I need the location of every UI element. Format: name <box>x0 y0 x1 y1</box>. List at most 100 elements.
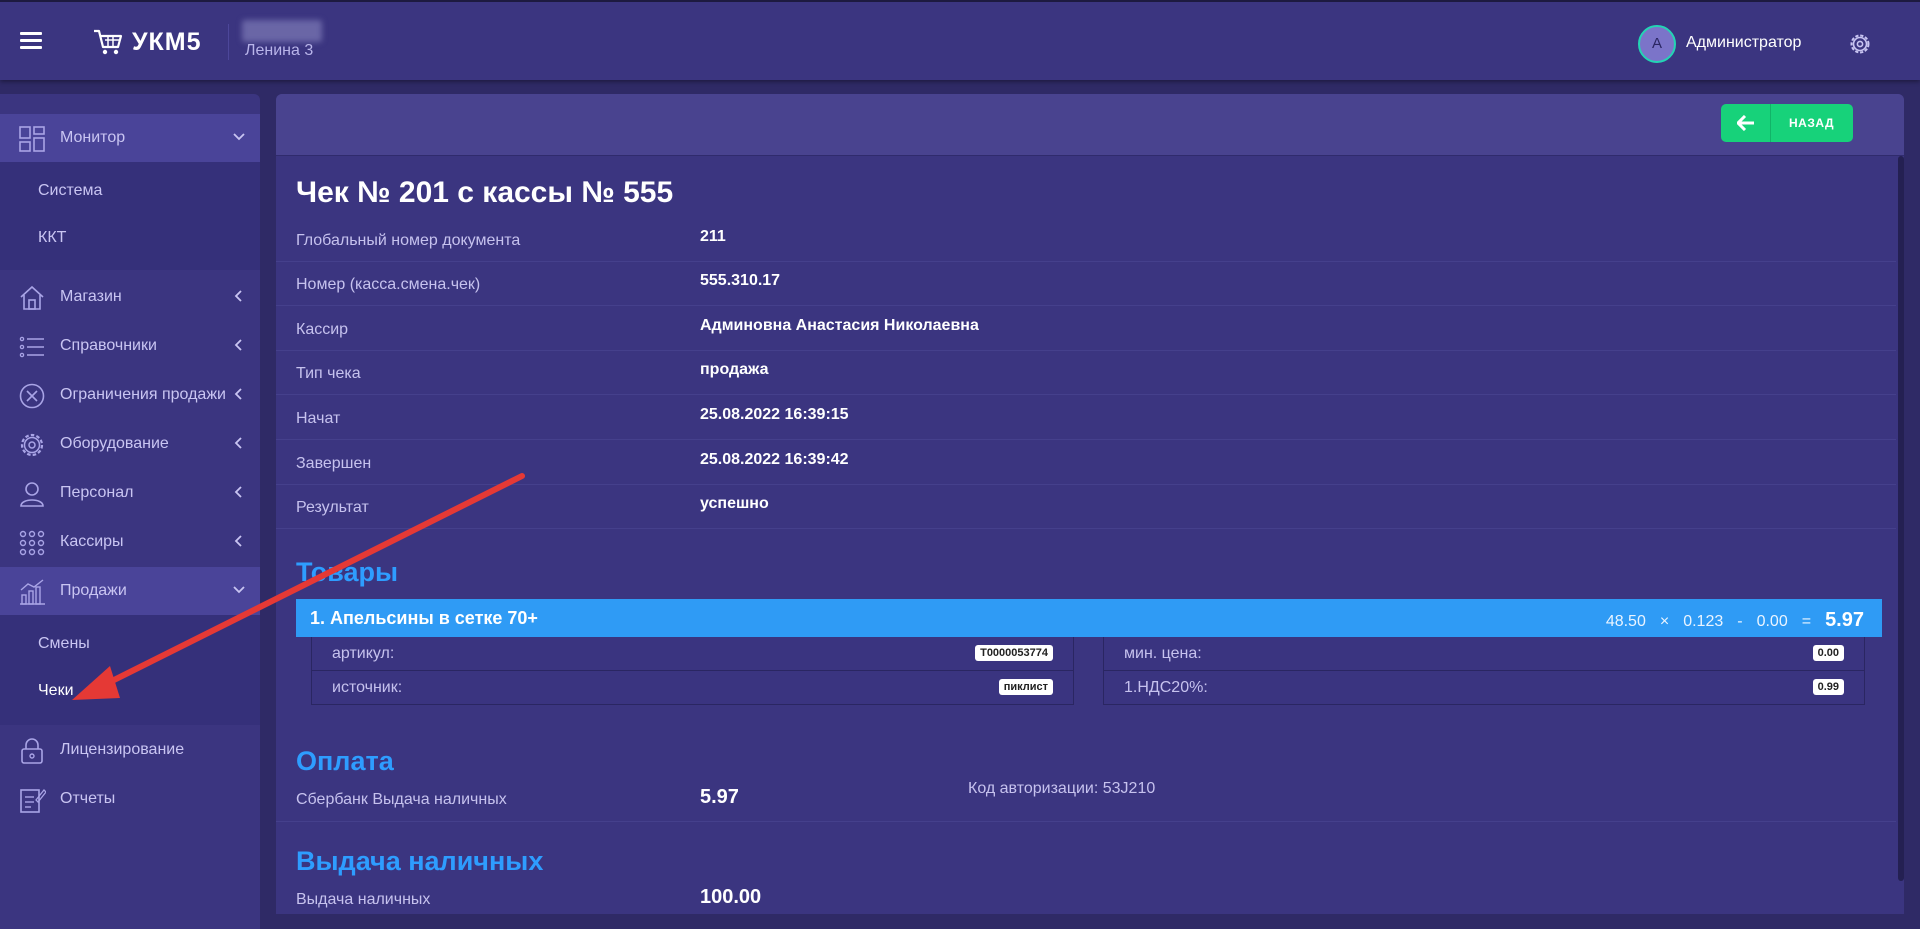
person-icon <box>20 482 44 507</box>
app-logo[interactable]: УКМ5 <box>92 26 202 58</box>
info-row-global-number: Глобальный номер документа 211 <box>276 218 1896 262</box>
cart-icon <box>94 29 123 55</box>
attr-row-min-price: мин. цена: 0.00 <box>1103 637 1865 671</box>
menu-burger-icon[interactable] <box>20 32 42 50</box>
times-sign: × <box>1659 613 1670 630</box>
chevron-left-icon <box>234 535 242 547</box>
back-button-label: НАЗАД <box>1789 116 1835 130</box>
sidebar-item-reports[interactable]: Отчеты <box>0 775 260 823</box>
attr-badge: пиклист <box>998 679 1053 695</box>
sidebar-item-sale-restrictions[interactable]: Ограничения продажи <box>0 371 260 419</box>
sales-submenu: Смены Чеки <box>0 615 260 725</box>
minus-sign: - <box>1737 613 1743 630</box>
info-row-cashier: Кассир Админовна Анастасия Николаевна <box>276 307 1896 351</box>
chevron-left-icon <box>234 388 242 400</box>
info-row-result: Результат успешно <box>276 485 1896 529</box>
sidebar-subitem-receipts[interactable]: Чеки <box>38 682 74 700</box>
item-calculation: 48.50 × 0.123 - 0.00 = 5.97 <box>1606 609 1864 632</box>
info-row-type: Тип чека продажа <box>276 351 1896 395</box>
item-discount: 0.00 <box>1756 613 1788 630</box>
field-label: Глобальный номер документа <box>296 232 521 249</box>
field-label: Кассир <box>296 321 349 338</box>
item-quantity: 0.123 <box>1683 613 1724 630</box>
top-bar: УКМ5 Ленина 3 А Администратор <box>0 0 1920 80</box>
item-name: 1. Апельсины в сетке 70+ <box>310 608 538 628</box>
receipt-panel: НАЗАД Чек № 201 с кассы № 555 Глобальный… <box>276 94 1904 914</box>
sidebar-item-label: Справочники <box>60 337 157 354</box>
payment-section-title: Оплата <box>296 746 394 776</box>
sidebar-item-store[interactable]: Магазин <box>0 273 260 321</box>
field-label: Начат <box>296 410 341 427</box>
chevron-down-icon <box>233 586 245 594</box>
field-value: 25.08.2022 16:39:15 <box>700 406 849 423</box>
sidebar-item-licensing[interactable]: Лицензирование <box>0 726 260 774</box>
chevron-left-icon <box>234 290 242 302</box>
field-value: 25.08.2022 16:39:42 <box>700 451 849 468</box>
avatar[interactable]: А <box>1638 25 1676 63</box>
sidebar-item-label: Оборудование <box>60 435 169 452</box>
goods-item-row[interactable]: 1. Апельсины в сетке 70+ 48.50 × 0.123 -… <box>296 599 1882 637</box>
sidebar-item-sales[interactable]: Продажи <box>0 567 260 615</box>
sidebar-item-equipment[interactable]: Оборудование <box>0 420 260 468</box>
panel-toolbar: НАЗАД <box>276 94 1904 156</box>
sidebar: Монитор Система ККТ Магазин Справочники … <box>0 94 260 929</box>
attr-row-source: источник: пиклист <box>311 671 1074 705</box>
gear-icon <box>20 433 44 457</box>
cashout-section-title: Выдача наличных <box>296 846 544 876</box>
field-label: Тип чека <box>296 365 361 382</box>
sidebar-item-label: Продажи <box>60 582 127 599</box>
divider <box>276 821 1896 822</box>
field-label: Завершен <box>296 455 372 472</box>
sidebar-item-cashiers[interactable]: Кассиры <box>0 518 260 566</box>
user-name[interactable]: Администратор <box>1686 34 1801 52</box>
store-icon <box>20 285 44 310</box>
attr-row-article: артикул: Т0000053774 <box>311 637 1074 671</box>
page-title: Чек № 201 с кассы № 555 <box>296 176 674 209</box>
item-price: 48.50 <box>1605 613 1646 630</box>
payment-label: Сбербанк Выдача наличных <box>296 791 507 808</box>
sidebar-item-label: Ограничения продажи <box>60 386 226 403</box>
sidebar-subitem-system[interactable]: Система <box>38 182 102 200</box>
cashout-amount: 100.00 <box>700 886 762 908</box>
info-row-started: Начат 25.08.2022 16:39:15 <box>276 396 1896 440</box>
attr-row-vat: 1.НДС20%: 0.99 <box>1103 671 1865 705</box>
sidebar-item-directories[interactable]: Справочники <box>0 322 260 370</box>
sidebar-item-label: Отчеты <box>60 790 116 807</box>
list-icon <box>19 336 44 358</box>
scrollbar[interactable] <box>1898 156 1904 881</box>
store-name[interactable]: Ленина 3 <box>245 42 313 60</box>
attr-label: артикул: <box>332 645 395 662</box>
field-label: Номер (касса.смена.чек) <box>296 276 481 293</box>
field-value: продажа <box>700 361 769 378</box>
field-label: Результат <box>296 499 369 516</box>
auth-code: Код авторизации: 53J210 <box>968 780 1156 797</box>
field-value: Админовна Анастасия Николаевна <box>700 317 979 334</box>
item-attributes-right: мин. цена: 0.00 1.НДС20%: 0.99 <box>1103 637 1865 705</box>
back-button[interactable]: НАЗАД <box>1721 104 1853 142</box>
restriction-icon <box>19 383 45 409</box>
chevron-left-icon <box>234 339 242 351</box>
sidebar-subitem-shifts[interactable]: Смены <box>38 635 90 653</box>
attr-label: источник: <box>332 679 403 696</box>
chevron-left-icon <box>234 437 242 449</box>
logo-text: УКМ5 <box>132 27 202 56</box>
monitor-submenu: Система ККТ <box>0 162 260 270</box>
attr-label: мин. цена: <box>1124 645 1202 662</box>
attr-badge: 0.99 <box>1812 679 1844 695</box>
sidebar-item-label: Персонал <box>60 484 134 501</box>
sidebar-item-label: Кассиры <box>60 533 124 550</box>
field-value: 555.310.17 <box>700 272 781 289</box>
payment-amount: 5.97 <box>700 786 739 808</box>
chevron-down-icon <box>233 133 245 141</box>
sidebar-item-personnel[interactable]: Персонал <box>0 469 260 517</box>
item-total: 5.97 <box>1825 609 1864 631</box>
cashiers-icon <box>19 530 45 556</box>
field-value: 211 <box>700 228 726 245</box>
sidebar-subitem-kkt[interactable]: ККТ <box>38 229 66 247</box>
blurred-store-label <box>242 20 322 42</box>
sidebar-item-monitor[interactable]: Монитор <box>0 114 260 162</box>
report-icon <box>20 789 46 813</box>
arrow-left-icon <box>1721 104 1771 142</box>
attr-badge: Т0000053774 <box>975 645 1053 661</box>
settings-gear-icon[interactable] <box>1847 31 1873 57</box>
